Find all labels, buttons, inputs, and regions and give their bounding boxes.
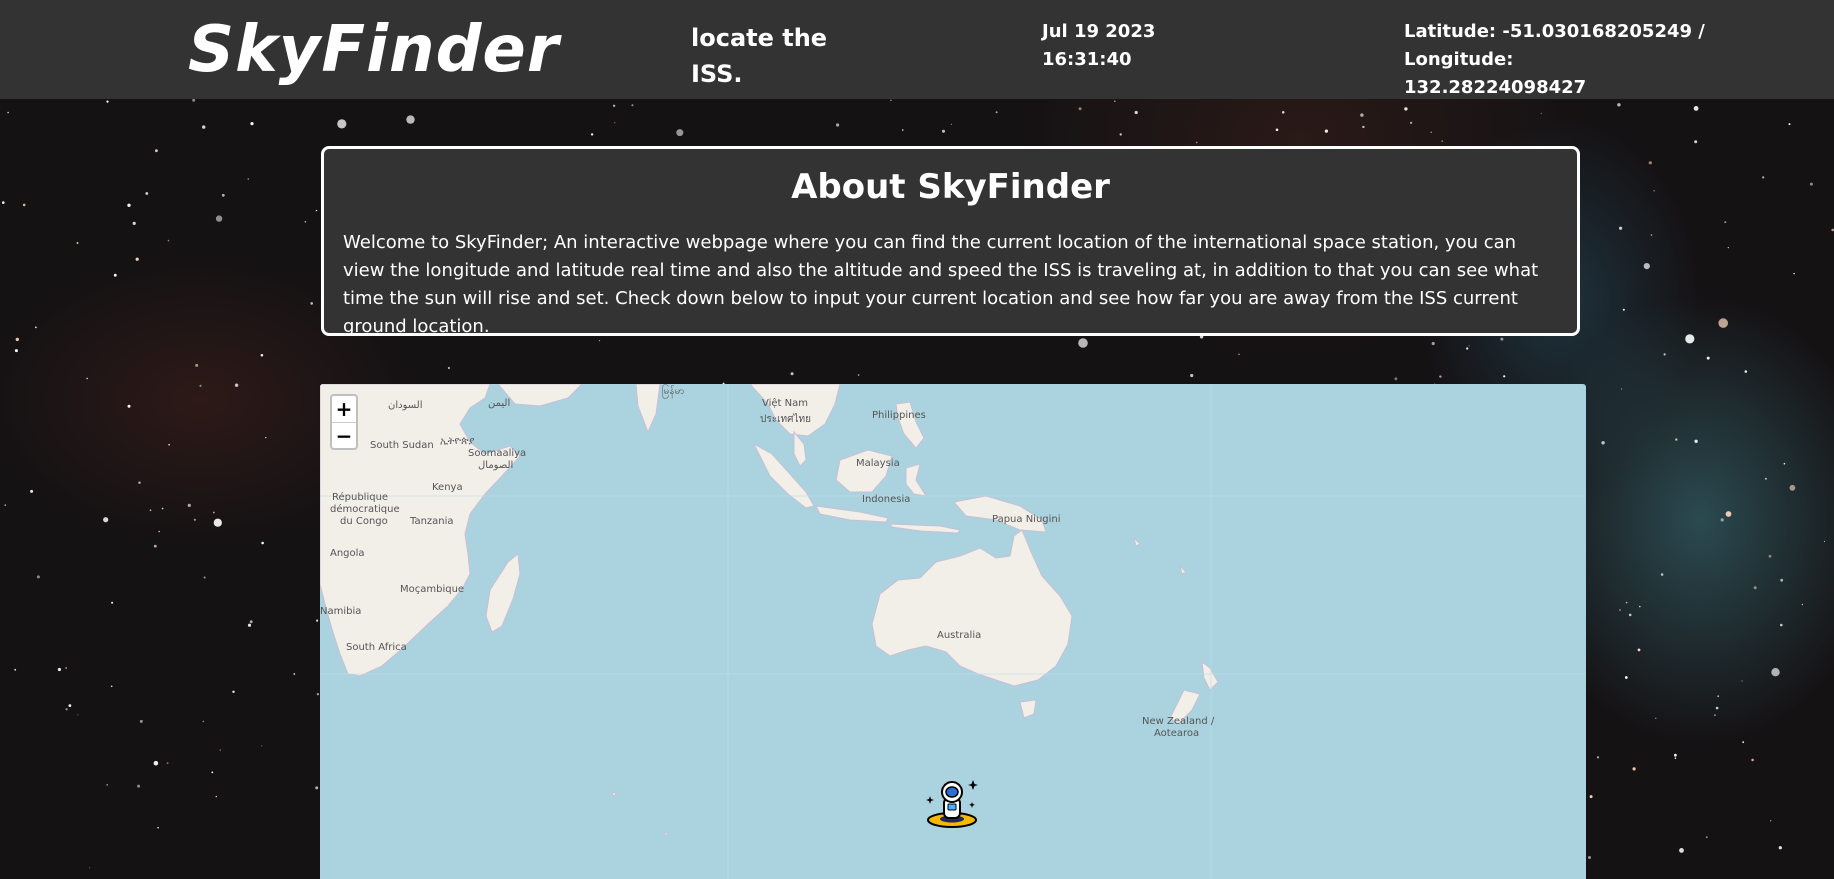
map-label-somalia-1: Soomaaliya	[468, 448, 527, 459]
map-label-drc-3: du Congo	[340, 516, 388, 527]
zoom-out-button[interactable]: −	[332, 422, 356, 448]
map-label-drc-2: démocratique	[330, 504, 400, 515]
map-label-ethiopia: ኢትዮጵያ	[440, 436, 475, 447]
map-label-philippines: Philippines	[872, 410, 926, 421]
map-label-new-zealand-2: Aotearoa	[1154, 728, 1200, 739]
about-body: Welcome to SkyFinder; An interactive web…	[343, 232, 1539, 337]
map-label-indonesia: Indonesia	[862, 494, 911, 505]
about-title: About SkyFinder	[791, 167, 1110, 207]
coords-line-1: Latitude: -51.030168205249 / Longitude:	[1404, 21, 1705, 70]
map-label-angola: Angola	[330, 548, 365, 559]
iss-coordinates: Latitude: -51.030168205249 / Longitude: …	[1404, 18, 1804, 102]
map-label-drc-1: République	[332, 492, 389, 503]
map-label-new-zealand-1: New Zealand /	[1142, 716, 1215, 727]
map-label-tanzania: Tanzania	[410, 516, 454, 527]
map-label-myanmar: မြန်မာ	[662, 386, 685, 397]
map-label-vietnam: Việt Nam	[762, 398, 809, 409]
map-label-somalia-2: الصومال	[478, 460, 514, 471]
current-date: Jul 19 2023	[1042, 21, 1156, 42]
map-label-south-africa: South Africa	[346, 642, 407, 653]
map-label-kenya: Kenya	[432, 482, 463, 493]
zoom-controls: + −	[330, 394, 358, 450]
map-label-malaysia: Malaysia	[856, 458, 900, 469]
site-logo[interactable]: SkyFinder	[188, 10, 559, 90]
site-header: SkyFinder locate the ISS. Jul 19 2023 16…	[0, 0, 1834, 99]
map-label-thailand: ประเทศไทย	[760, 414, 811, 425]
map-label-mozambique: Moçambique	[400, 584, 465, 595]
iss-map[interactable]: + − السودان اليمن South Sudan ኢትዮጵያ Soom…	[320, 384, 1586, 879]
map-label-namibia: Namibia	[320, 606, 362, 617]
zoom-in-button[interactable]: +	[332, 396, 356, 422]
astronaut-icon[interactable]	[924, 776, 980, 836]
about-card: About SkyFinder Welcome to SkyFinder; An…	[321, 146, 1580, 337]
current-datetime: Jul 19 2023 16:31:40	[1042, 18, 1202, 74]
map-label-sudan: السودان	[388, 400, 423, 411]
map-label-papua-new-guinea: Papua Niugini	[992, 514, 1061, 525]
tagline: locate the ISS.	[691, 24, 828, 88]
current-time: 16:31:40	[1042, 49, 1132, 70]
map-label-south-sudan: South Sudan	[370, 440, 434, 451]
map-label-yemen: اليمن	[488, 398, 511, 409]
map-label-australia: Australia	[937, 630, 982, 641]
coords-line-2: 132.28224098427	[1404, 77, 1587, 98]
